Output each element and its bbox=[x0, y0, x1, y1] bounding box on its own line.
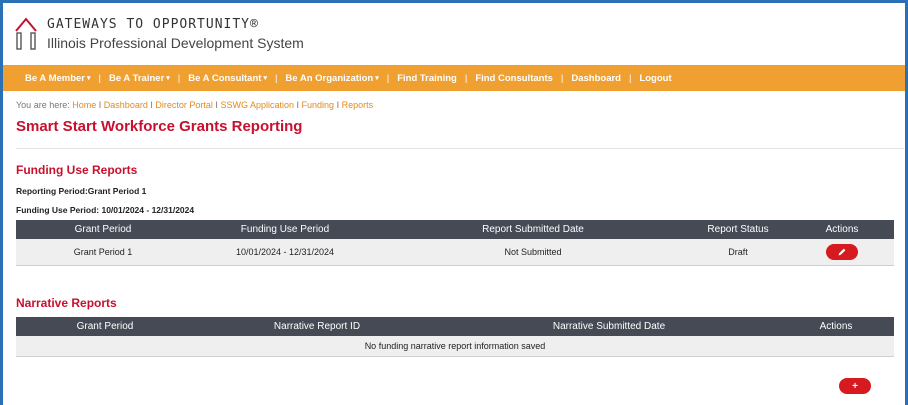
breadcrumb-prefix: You are here: bbox=[16, 100, 70, 110]
edit-report-button[interactable] bbox=[826, 243, 858, 260]
brand-block[interactable]: Gateways to Opportunity® Illinois Profes… bbox=[47, 17, 304, 51]
gateways-logo-icon bbox=[15, 17, 37, 51]
column-header-report-status[interactable]: Report Status bbox=[686, 220, 790, 239]
cell-report-status: Draft bbox=[686, 239, 790, 266]
cell-grant-period: Grant Period 1 bbox=[16, 239, 190, 266]
table-row: Grant Period 1 10/01/2024 - 12/31/2024 N… bbox=[16, 239, 894, 266]
column-header-funding-use-period[interactable]: Funding Use Period bbox=[190, 220, 380, 239]
app-window: Gateways to Opportunity® Illinois Profes… bbox=[0, 0, 908, 405]
breadcrumb-funding[interactable]: Funding bbox=[302, 100, 335, 110]
column-header-report-submitted-date[interactable]: Report Submitted Date bbox=[380, 220, 686, 239]
brand-subtitle: Illinois Professional Development System bbox=[47, 35, 304, 51]
breadcrumb-director-portal[interactable]: Director Portal bbox=[155, 100, 213, 110]
funding-use-period: Funding Use Period: 10/01/2024 - 12/31/2… bbox=[16, 205, 195, 215]
column-header-actions: Actions bbox=[778, 316, 894, 336]
breadcrumb-home[interactable]: Home bbox=[72, 100, 96, 110]
breadcrumb-dashboard[interactable]: Dashboard bbox=[104, 100, 148, 110]
breadcrumb-separator: I bbox=[215, 100, 218, 110]
breadcrumb-separator: I bbox=[150, 100, 153, 110]
plus-icon: + bbox=[852, 380, 858, 392]
nav-separator: | bbox=[560, 72, 564, 84]
main-nav: Be A Member ▾ | Be A Trainer ▾ | Be A Cons… bbox=[3, 65, 905, 91]
nav-separator: | bbox=[177, 72, 181, 84]
divider bbox=[16, 148, 904, 149]
breadcrumb-separator: I bbox=[296, 100, 300, 110]
nav-separator: | bbox=[98, 72, 101, 84]
narrative-section-title: Narrative Reports bbox=[16, 295, 117, 310]
reporting-period: Reporting Period:Grant Period 1 bbox=[16, 186, 147, 196]
nav-item-find-training[interactable]: Find Training bbox=[397, 73, 457, 84]
column-header-actions: Actions bbox=[790, 220, 894, 239]
pencil-icon bbox=[838, 248, 846, 256]
nav-separator: | bbox=[628, 72, 632, 84]
nav-separator: | bbox=[464, 72, 468, 84]
breadcrumb-separator: I bbox=[98, 100, 102, 110]
nav-item-be-a-trainer[interactable]: Be A Trainer ▾ bbox=[109, 73, 170, 84]
nav-item-logout[interactable]: Logout bbox=[639, 73, 671, 84]
column-header-narrative-submitted-date[interactable]: Narrative Submitted Date bbox=[440, 316, 778, 336]
empty-table-message: No funding narrative report information … bbox=[16, 335, 894, 357]
cell-actions bbox=[790, 239, 894, 266]
breadcrumb-separator: I bbox=[336, 100, 340, 110]
narrative-reports-table: Grant Period Narrative Report ID Narrati… bbox=[16, 316, 894, 357]
cell-funding-use-period: 10/01/2024 - 12/31/2024 bbox=[190, 239, 380, 266]
column-header-grant-period[interactable]: Grant Period bbox=[16, 220, 190, 239]
nav-item-dashboard[interactable]: Dashboard bbox=[571, 73, 621, 84]
cell-submitted-date: Not Submitted bbox=[380, 239, 686, 266]
nav-separator: | bbox=[274, 72, 278, 84]
brand-title: Gateways to Opportunity® bbox=[47, 17, 259, 32]
page-title: Smart Start Workforce Grants Reporting bbox=[16, 118, 303, 135]
table-row: No funding narrative report information … bbox=[16, 335, 894, 357]
column-header-narrative-report-id[interactable]: Narrative Report ID bbox=[194, 316, 440, 336]
column-header-grant-period[interactable]: Grant Period bbox=[16, 316, 194, 336]
nav-item-be-a-consultant[interactable]: Be A Consultant ▾ bbox=[188, 73, 267, 84]
funding-reports-table: Grant Period Funding Use Period Report S… bbox=[16, 220, 894, 266]
funding-section-title: Funding Use Reports bbox=[16, 163, 138, 177]
nav-item-be-an-organization[interactable]: Be An Organization ▾ bbox=[285, 73, 378, 84]
nav-item-find-consultants[interactable]: Find Consultants bbox=[475, 73, 553, 84]
chevron-down-icon: ▾ bbox=[375, 75, 379, 82]
breadcrumb: You are here: Home I Dashboard I Directo… bbox=[3, 91, 905, 115]
chevron-down-icon: ▾ bbox=[87, 75, 91, 82]
site-header: Gateways to Opportunity® Illinois Profes… bbox=[3, 3, 905, 65]
nav-item-be-a-member[interactable]: Be A Member ▾ bbox=[25, 73, 91, 84]
chevron-down-icon: ▾ bbox=[263, 75, 267, 82]
table-header-row: Grant Period Narrative Report ID Narrati… bbox=[16, 316, 894, 336]
breadcrumb-sswg-application[interactable]: SSWG Application bbox=[220, 100, 294, 110]
table-header-row: Grant Period Funding Use Period Report S… bbox=[16, 220, 894, 239]
chevron-down-icon: ▾ bbox=[166, 75, 170, 82]
breadcrumb-reports[interactable]: Reports bbox=[342, 100, 374, 110]
nav-separator: | bbox=[386, 72, 390, 84]
add-narrative-report-button[interactable]: + bbox=[839, 378, 871, 394]
